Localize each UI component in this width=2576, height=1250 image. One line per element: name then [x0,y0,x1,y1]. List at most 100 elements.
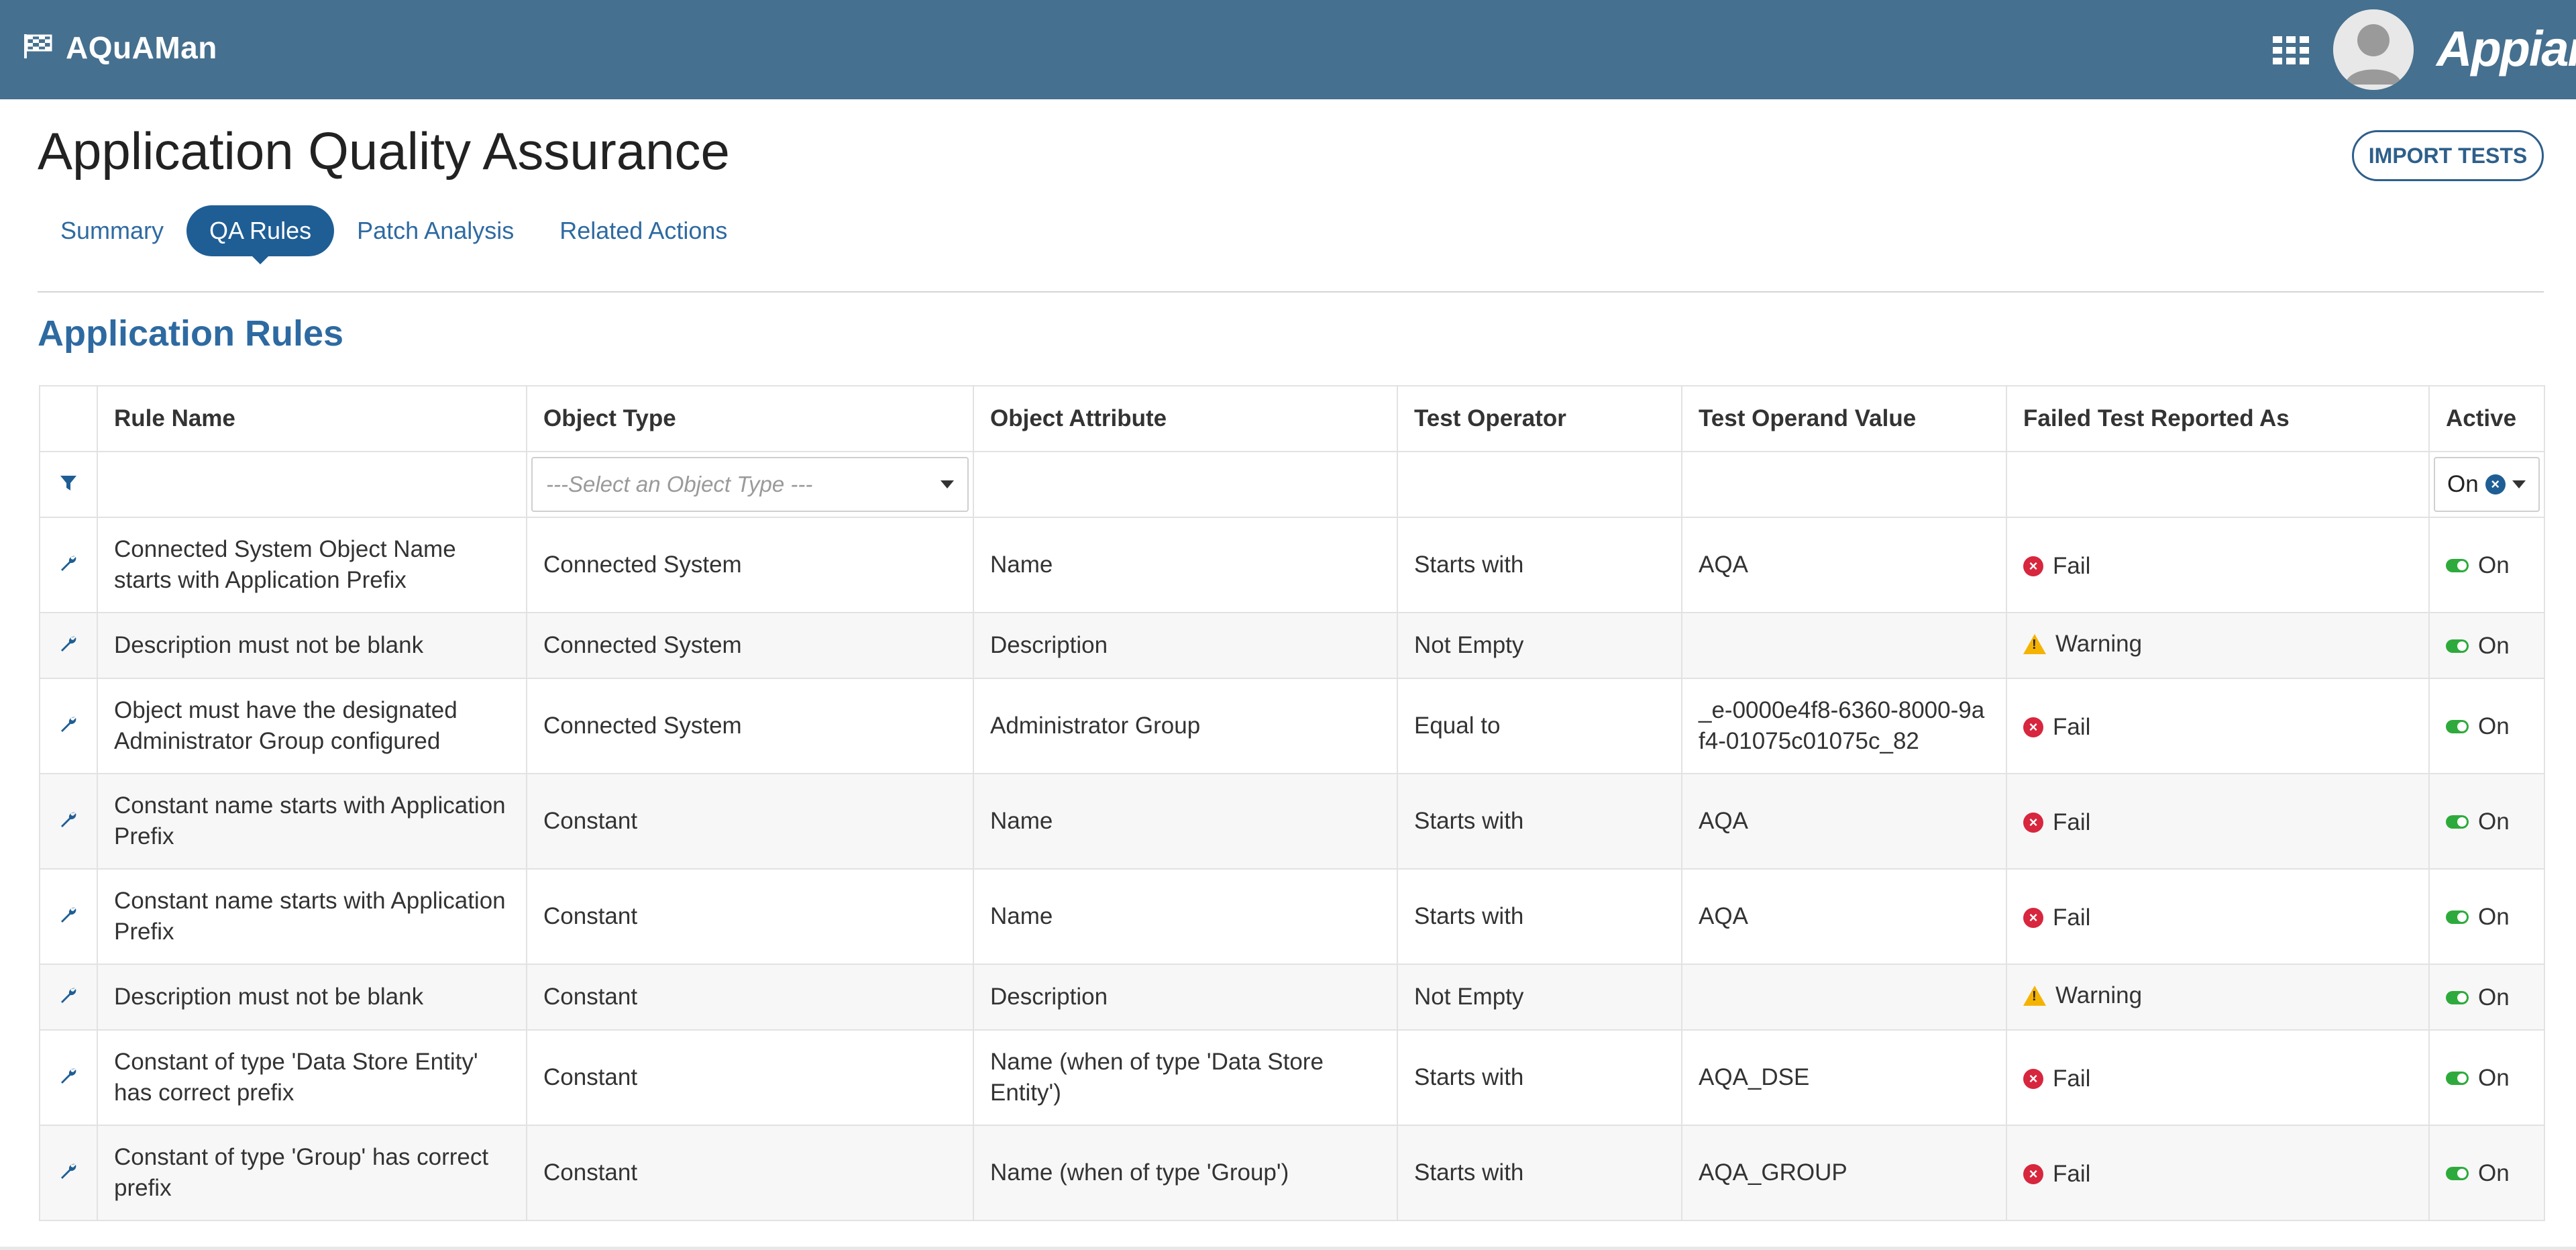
filter-object-attribute-empty [973,451,1398,518]
table-row[interactable]: Object must have the designated Administ… [39,678,2545,774]
active-toggle[interactable]: On [2446,902,2510,933]
cell-test-operator: Starts with [1397,1125,1682,1221]
object-type-placeholder: ---Select an Object Type --- [546,472,813,497]
table-row[interactable]: Constant of type 'Data Store Entity' has… [39,1029,2545,1126]
wrench-icon[interactable] [59,713,78,739]
active-toggle[interactable]: On [2446,711,2510,742]
cell-failed-reported-as: ! Warning [2006,963,2430,1031]
toggle-on-icon [2446,815,2469,829]
edit-cell [39,963,98,1031]
wrench-icon[interactable] [59,632,78,658]
status-badge: ! Warning [2023,629,2142,660]
cell-rule-name: Constant of type 'Data Store Entity' has… [97,1029,527,1126]
filter-operand-empty [1681,451,2007,518]
header-active[interactable]: Active [2428,385,2545,452]
cell-object-type: Constant [526,1029,974,1126]
object-type-dropdown[interactable]: ---Select an Object Type --- [531,457,969,512]
apps-grid-icon[interactable] [2273,36,2309,64]
status-label: Fail [2053,714,2091,740]
cell-object-attribute: Name [973,517,1398,613]
cell-test-operator: Starts with [1397,773,1682,870]
wrench-icon[interactable] [59,552,78,578]
header-test-operator[interactable]: Test Operator [1397,385,1682,452]
filter-active-cell: On × [2428,451,2545,518]
table-row[interactable]: Description must not be blank Connected S… [39,612,2545,679]
wrench-icon[interactable] [59,808,78,834]
cell-test-operator: Equal to [1397,678,1682,774]
filter-row: ---Select an Object Type --- On × [39,451,2545,518]
cell-test-operator: Starts with [1397,1029,1682,1126]
table-row[interactable]: Description must not be blank Constant Des… [39,963,2545,1031]
status-badge: × Fail [2023,902,2090,933]
cell-active: On [2428,612,2545,679]
active-label: On [2478,903,2510,930]
status-label: Warning [2055,982,2143,1008]
status-badge: ! Warning [2023,980,2142,1011]
cell-test-operand-value: AQA_DSE [1681,1029,2007,1126]
filter-test-operator-empty [1397,451,1682,518]
tab-summary[interactable]: Summary [38,205,186,256]
cell-test-operator: Not Empty [1397,612,1682,679]
table-row[interactable]: Constant name starts with Application Pr… [39,868,2545,965]
wrench-icon[interactable] [59,903,78,929]
active-filter-dropdown[interactable]: On × [2434,457,2540,512]
grid-header-row: Rule Name Object Type Object Attribute T… [39,385,2545,452]
cell-test-operand-value: AQA [1681,868,2007,965]
cell-object-type: Constant [526,868,974,965]
appian-logo: Appian [2436,21,2576,76]
header-object-attribute[interactable]: Object Attribute [973,385,1398,452]
cell-active: On [2428,963,2545,1031]
tab-related-actions[interactable]: Related Actions [537,205,750,256]
cell-object-type: Connected System [526,517,974,613]
header-rule-name[interactable]: Rule Name [97,385,527,452]
fail-icon: × [2023,813,2043,833]
user-avatar[interactable] [2333,9,2414,90]
header-failed-reported-as[interactable]: Failed Test Reported As [2006,385,2430,452]
cell-active: On [2428,1029,2545,1126]
cell-failed-reported-as: × Fail [2006,517,2430,613]
active-label: On [2478,1159,2510,1186]
filter-icon[interactable] [60,471,77,497]
cell-test-operand-value: _e-0000e4f8-6360-8000-9af4-01075c01075c_… [1681,678,2007,774]
status-label: Fail [2053,904,2091,931]
status-badge: × Fail [2023,1159,2090,1190]
toggle-on-icon [2446,639,2469,653]
app-brand[interactable]: AQuAMan [23,30,217,66]
cell-object-type: Constant [526,963,974,1031]
clear-filter-icon[interactable]: × [2485,474,2506,494]
wrench-icon[interactable] [59,984,78,1010]
tab-qa-rules[interactable]: QA Rules [186,205,335,264]
import-tests-button[interactable]: IMPORT TESTS [2352,130,2544,181]
edit-cell [39,1029,98,1126]
wrench-icon[interactable] [59,1159,78,1186]
toggle-on-icon [2446,910,2469,924]
cell-rule-name: Connected System Object Name starts with… [97,517,527,613]
toggle-on-icon [2446,990,2469,1004]
section-divider [38,291,2544,293]
active-toggle[interactable]: On [2446,550,2510,581]
cell-failed-reported-as: × Fail [2006,773,2430,870]
header-icon-column [39,385,98,452]
cell-rule-name: Constant of type 'Group' has correct pre… [97,1125,527,1221]
table-row[interactable]: Connected System Object Name starts with… [39,517,2545,613]
toggle-on-icon [2446,558,2469,572]
tab-patch-analysis[interactable]: Patch Analysis [334,205,537,256]
table-row[interactable]: Constant of type 'Group' has correct pre… [39,1125,2545,1221]
status-label: Fail [2053,809,2091,835]
chevron-down-icon [941,480,954,488]
header-object-type[interactable]: Object Type [526,385,974,452]
active-toggle[interactable]: On [2446,982,2510,1013]
active-label: On [2478,808,2510,835]
table-row[interactable]: Constant name starts with Application Pr… [39,773,2545,870]
fail-icon: × [2023,556,2043,576]
cell-test-operand-value [1681,963,2007,1031]
cell-rule-name: Description must not be blank [97,963,527,1031]
active-toggle[interactable]: On [2446,806,2510,837]
active-toggle[interactable]: On [2446,1158,2510,1189]
status-label: Warning [2055,631,2143,657]
active-toggle[interactable]: On [2446,631,2510,662]
wrench-icon[interactable] [59,1064,78,1090]
active-toggle[interactable]: On [2446,1063,2510,1094]
header-test-operand-value[interactable]: Test Operand Value [1681,385,2007,452]
filter-icon-cell [39,451,98,518]
